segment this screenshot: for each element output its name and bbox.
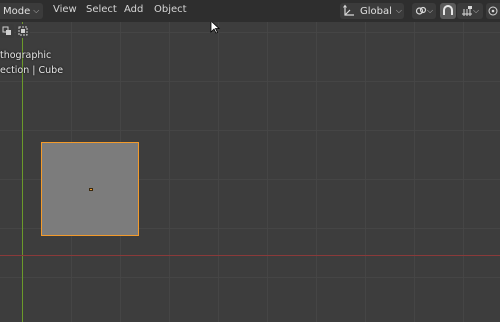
collection-object-text: ection | Cube xyxy=(0,65,64,76)
snap-increment-dropdown[interactable]: ⌵ xyxy=(457,3,483,19)
proportional-editing-button[interactable] xyxy=(486,3,500,19)
orientation-label: Global xyxy=(360,5,392,17)
mouse-cursor-icon xyxy=(210,20,220,34)
menu-view[interactable]: View xyxy=(50,4,80,15)
view-name-text: thographic xyxy=(0,50,52,61)
mode-label: Mode xyxy=(3,5,31,17)
proportional-editing-icon xyxy=(488,6,498,16)
chevron-down-icon: ⌵ xyxy=(426,6,434,15)
orientation-gizmo-icon xyxy=(343,4,354,16)
chevron-down-icon: ⌵ xyxy=(33,6,40,15)
select-mode-subtract-button[interactable] xyxy=(16,24,30,38)
snap-grid-icon xyxy=(461,6,472,16)
pivot-point-dropdown[interactable]: ⌵ xyxy=(412,3,436,19)
chevron-down-icon: ⌵ xyxy=(472,6,480,15)
x-axis-line xyxy=(0,255,500,256)
selection-mode-row xyxy=(0,24,30,38)
menu-object[interactable]: Object xyxy=(151,4,190,15)
y-axis-line xyxy=(22,0,23,322)
menu-select[interactable]: Select xyxy=(83,4,120,15)
menu-add[interactable]: Add xyxy=(121,4,146,15)
select-mode-extend-button[interactable] xyxy=(0,24,14,38)
snap-toggle-button[interactable] xyxy=(440,3,456,19)
mode-dropdown[interactable]: Mode ⌵ xyxy=(0,3,44,19)
chevron-down-icon: ⌵ xyxy=(395,6,402,15)
object-origin xyxy=(89,188,93,191)
viewport-header: Mode ⌵ View Select Add Object Global ⌵ ⌵… xyxy=(0,0,500,22)
3d-viewport[interactable]: thographic ection | Cube xyxy=(0,0,500,322)
transform-orientation-dropdown[interactable]: Global ⌵ xyxy=(340,3,404,19)
select-extend-icon xyxy=(2,26,11,35)
magnet-icon xyxy=(443,5,453,15)
link-icon xyxy=(415,6,427,15)
select-subtract-icon xyxy=(18,26,28,36)
